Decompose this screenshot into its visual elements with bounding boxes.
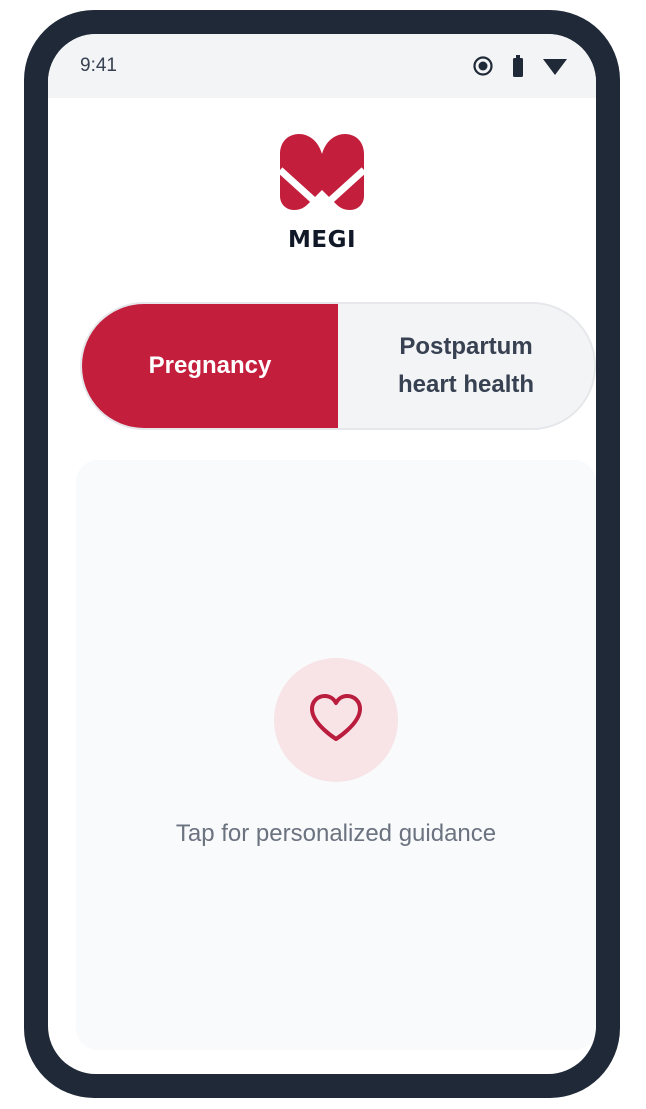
logo-wordmark: MEGI <box>287 227 357 253</box>
heart-outline-icon <box>308 693 364 748</box>
status-icons <box>472 55 568 77</box>
guidance-card[interactable]: Tap for personalized guidance <box>76 460 596 1050</box>
app-logo: MEGI <box>48 130 596 253</box>
toggle-postpartum-label-line2: heart health <box>397 371 535 398</box>
phone-frame: 9:41 MEGI Pregnancy Postpartum heart hea… <box>24 10 620 1098</box>
status-bar: 9:41 <box>48 34 596 98</box>
mode-toggle: Pregnancy Postpartum heart health <box>80 302 596 430</box>
app-screen: 9:41 MEGI Pregnancy Postpartum heart hea… <box>48 34 596 1074</box>
dnd-icon <box>472 55 494 77</box>
guidance-heart-button[interactable] <box>274 658 398 782</box>
wifi-icon <box>542 56 568 76</box>
battery-icon <box>512 55 524 77</box>
toggle-pregnancy-label: Pregnancy <box>148 352 272 379</box>
toggle-postpartum-label: Postpartum heart health <box>398 328 534 404</box>
megi-heart-logo-icon <box>277 130 367 223</box>
status-time: 9:41 <box>80 55 117 76</box>
guidance-caption: Tap for personalized guidance <box>175 820 497 847</box>
toggle-postpartum-label-line1: Postpartum <box>399 333 533 360</box>
toggle-pregnancy[interactable]: Pregnancy <box>82 304 338 428</box>
toggle-postpartum-heart-health[interactable]: Postpartum heart health <box>338 304 594 428</box>
